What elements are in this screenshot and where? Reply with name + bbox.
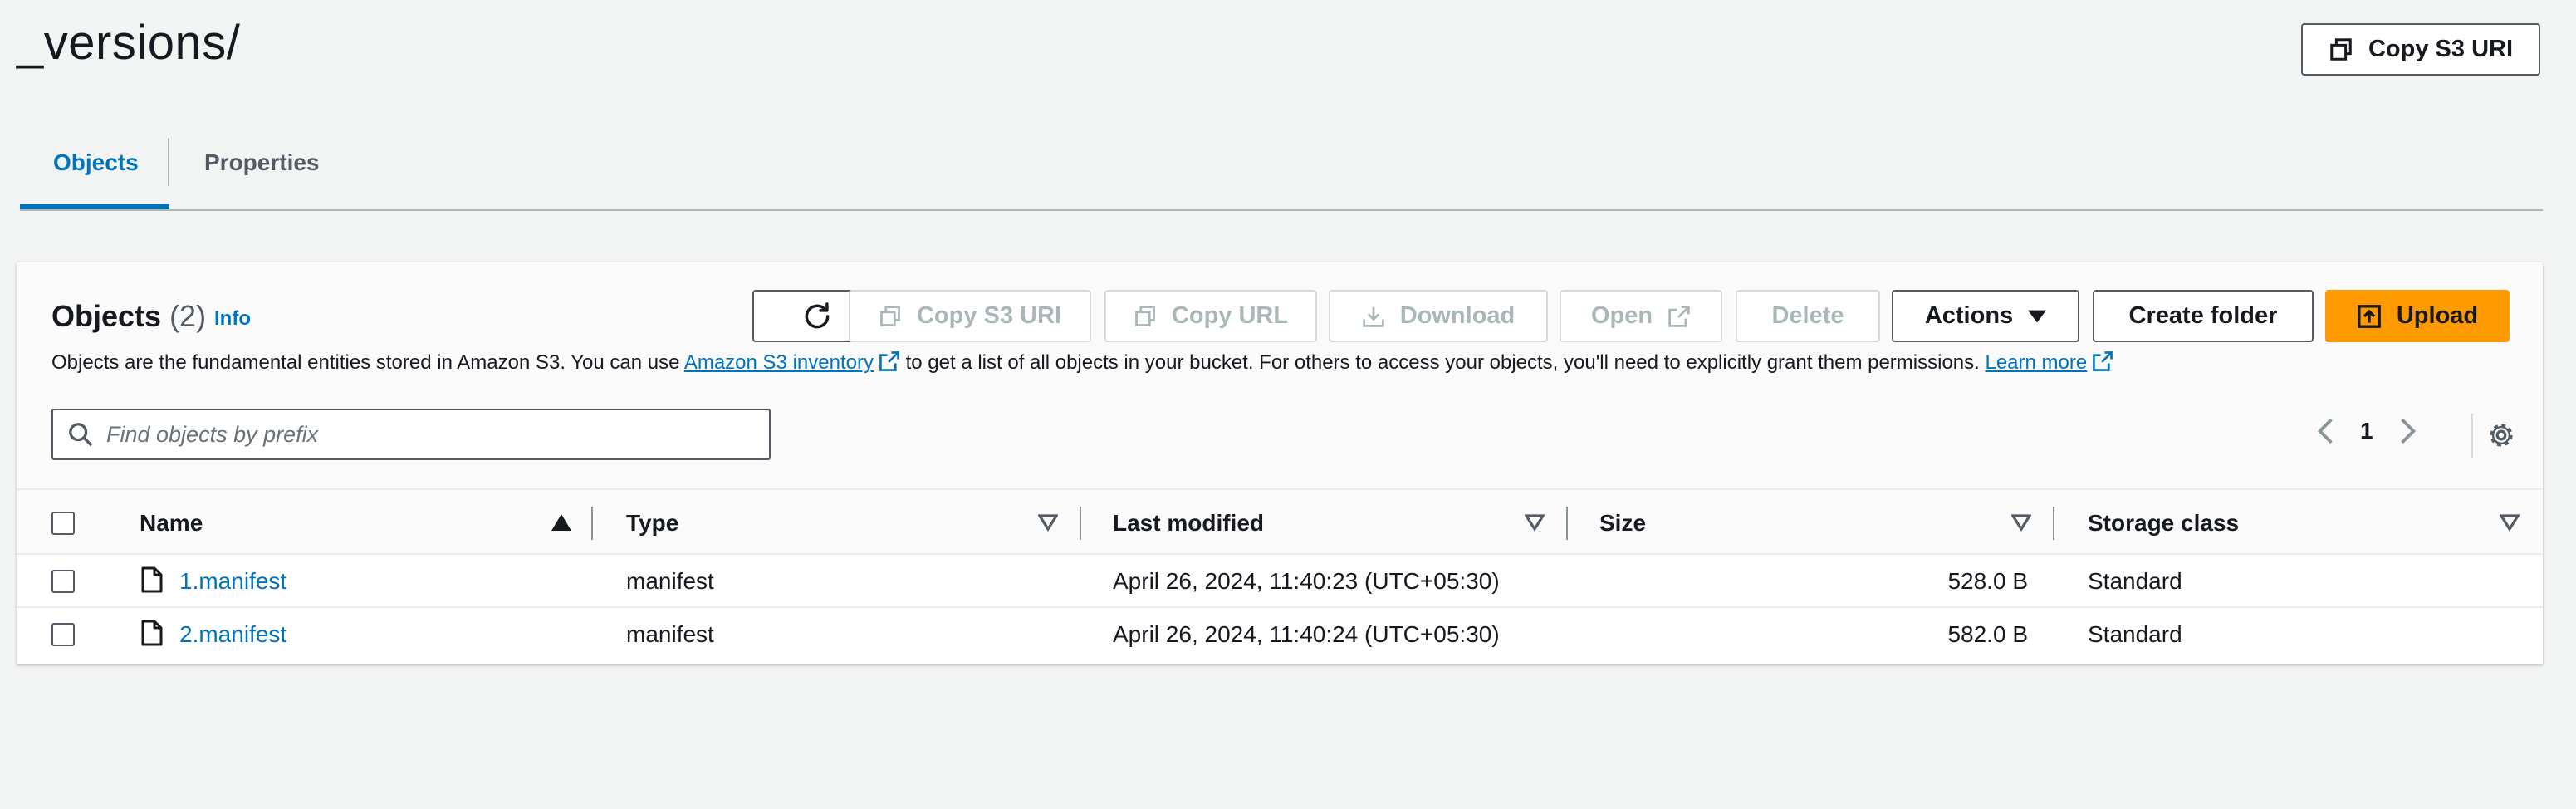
upload-label: Upload <box>2396 302 2479 329</box>
copy-s3-uri-header-button[interactable]: Copy S3 URI <box>2301 23 2540 76</box>
sort-icon[interactable] <box>2011 513 2031 532</box>
table-row[interactable]: 2.manifest manifest April 26, 2024, 11:4… <box>17 608 2543 661</box>
object-type: manifest <box>626 621 714 647</box>
caret-down-icon <box>2028 310 2047 322</box>
search-field[interactable] <box>51 409 771 460</box>
column-header-name[interactable]: Name <box>140 510 203 537</box>
file-icon <box>141 566 163 593</box>
chevron-left-icon[interactable] <box>2315 417 2335 445</box>
row-checkbox[interactable] <box>51 570 75 593</box>
copy-url-button-label: Copy URL <box>1171 302 1289 329</box>
search-input[interactable] <box>106 421 737 448</box>
column-header-size[interactable]: Size <box>1599 510 1646 537</box>
objects-heading-label: Objects <box>51 299 162 333</box>
column-header-type[interactable]: Type <box>626 510 678 537</box>
copy-icon <box>1135 305 1155 326</box>
learn-more-label: Learn more <box>1985 351 2088 374</box>
page-title: _versions/ <box>17 16 241 70</box>
sort-icon[interactable] <box>1038 513 1058 532</box>
refresh-icon <box>805 302 830 328</box>
open-button[interactable]: Open <box>1560 290 1722 342</box>
object-size: 582.0 B <box>1947 621 2028 647</box>
sort-icon[interactable] <box>1525 513 1545 532</box>
page-number[interactable]: 1 <box>2360 418 2373 444</box>
chevron-right-icon[interactable] <box>2398 417 2418 445</box>
copy-s3-uri-button[interactable]: Copy S3 URI <box>849 290 1091 342</box>
table-header: Name Type Last modified Size Storage cla… <box>17 490 2543 555</box>
column-header-last-modified[interactable]: Last modified <box>1113 510 1264 537</box>
upload-button[interactable]: Upload <box>2325 290 2510 342</box>
column-divider <box>2053 507 2054 540</box>
pagination: 1 <box>2315 417 2418 445</box>
description-text-end: to get a list of all objects in your buc… <box>899 351 1980 374</box>
inventory-link[interactable]: Amazon S3 inventory <box>684 351 900 374</box>
objects-panel-header: Objects (2) Info Copy S3 URI Copy URL Do… <box>17 262 2543 490</box>
external-link-icon <box>1668 305 1690 327</box>
tab-bar: Objects Properties <box>20 125 2543 211</box>
open-button-label: Open <box>1590 302 1653 329</box>
sort-ascending-icon[interactable] <box>551 513 571 532</box>
objects-count: (2) <box>169 299 207 333</box>
object-storage-class: Standard <box>2088 621 2182 647</box>
table-row[interactable]: 1.manifest manifest April 26, 2024, 11:4… <box>17 555 2543 608</box>
tab-properties[interactable]: Properties <box>204 150 320 176</box>
file-icon <box>141 620 163 646</box>
select-all-checkbox[interactable] <box>51 512 75 535</box>
copy-s3-uri-button-label: Copy S3 URI <box>916 302 1062 329</box>
tab-divider <box>168 138 169 186</box>
download-icon <box>1362 306 1384 327</box>
sort-icon[interactable] <box>2500 513 2520 532</box>
column-divider <box>591 507 593 540</box>
object-last-modified: April 26, 2024, 11:40:24 (UTC+05:30) <box>1113 621 1500 647</box>
object-storage-class: Standard <box>2088 568 2182 594</box>
object-name-link[interactable]: 2.manifest <box>179 621 286 648</box>
copy-url-button[interactable]: Copy URL <box>1104 290 1317 342</box>
copy-icon <box>880 305 900 326</box>
inventory-link-label: Amazon S3 inventory <box>683 351 874 374</box>
copy-icon <box>2330 37 2352 61</box>
object-size: 528.0 B <box>1947 568 2028 594</box>
objects-description: Objects are the fundamental entities sto… <box>51 351 2113 375</box>
download-button-label: Download <box>1399 302 1516 329</box>
download-button[interactable]: Download <box>1329 290 1548 342</box>
search-icon <box>69 423 93 447</box>
info-link[interactable]: Info <box>214 307 251 331</box>
copy-s3-uri-label: Copy S3 URI <box>2368 36 2514 62</box>
pagination-divider <box>2471 414 2473 458</box>
create-folder-button[interactable]: Create folder <box>2093 290 2314 342</box>
object-last-modified: April 26, 2024, 11:40:23 (UTC+05:30) <box>1113 568 1500 594</box>
objects-panel: Objects (2) Info Copy S3 URI Copy URL Do… <box>17 262 2543 664</box>
delete-button-label: Delete <box>1771 302 1844 329</box>
tab-active-indicator <box>20 204 169 209</box>
create-folder-label: Create folder <box>2128 302 2278 329</box>
upload-icon <box>2357 304 2381 328</box>
row-checkbox[interactable] <box>51 623 75 646</box>
object-name-link[interactable]: 1.manifest <box>179 568 286 595</box>
column-divider <box>1080 507 1081 540</box>
external-link-icon <box>2093 351 2113 371</box>
external-link-icon <box>879 351 899 371</box>
column-divider <box>1566 507 1568 540</box>
actions-dropdown[interactable]: Actions <box>1892 290 2079 342</box>
column-header-storage-class[interactable]: Storage class <box>2088 510 2239 537</box>
object-type: manifest <box>626 568 714 594</box>
tab-objects[interactable]: Objects <box>53 150 139 176</box>
objects-heading: Objects (2) <box>51 299 206 334</box>
actions-label: Actions <box>1924 302 2014 329</box>
description-text-start: Objects are the fundamental entities sto… <box>51 351 684 374</box>
delete-button[interactable]: Delete <box>1736 290 1880 342</box>
gear-icon[interactable] <box>2486 420 2516 450</box>
learn-more-link[interactable]: Learn more <box>1985 351 2113 374</box>
